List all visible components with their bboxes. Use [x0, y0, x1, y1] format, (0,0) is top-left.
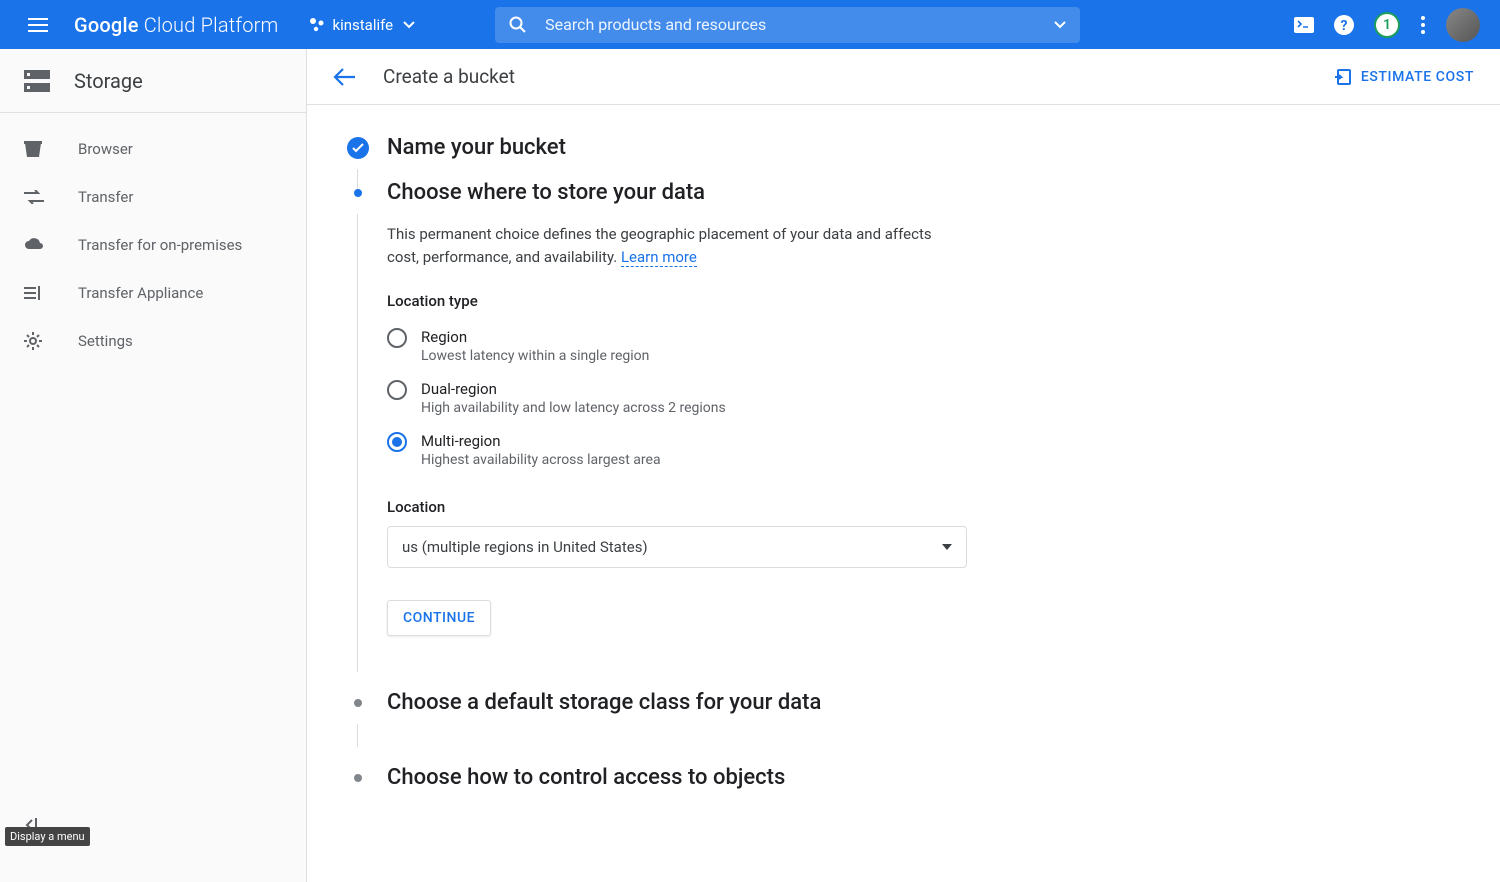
sidebar-item-transfer-appliance[interactable]: Transfer Appliance [0, 269, 306, 317]
estimate-icon [1335, 68, 1353, 86]
radio-multi-region[interactable]: Multi-region Highest availability across… [387, 424, 967, 476]
appliance-icon [24, 286, 46, 300]
sidebar-title: Storage [74, 69, 143, 93]
location-select[interactable]: us (multiple regions in United States) [387, 526, 967, 568]
project-icon [309, 17, 325, 33]
step-complete-icon [347, 137, 369, 159]
sidebar-item-transfer[interactable]: Transfer [0, 173, 306, 221]
step-storage-class-title[interactable]: Choose a default storage class for your … [387, 690, 1500, 715]
sidebar-item-label: Transfer for on-premises [78, 236, 242, 254]
sidebar-item-label: Transfer Appliance [78, 284, 203, 302]
gear-icon [24, 332, 46, 350]
step-pending-icon [354, 699, 362, 707]
step-location-title: Choose where to store your data [387, 180, 1500, 205]
gcp-logo[interactable]: Google Cloud Platform [74, 13, 279, 37]
sidebar-item-label: Transfer [78, 188, 133, 206]
project-name: kinstalife [333, 16, 394, 34]
bucket-icon [24, 141, 46, 157]
radio-region[interactable]: Region Lowest latency within a single re… [387, 320, 967, 372]
chevron-down-icon[interactable] [1054, 21, 1066, 29]
sidebar-item-transfer-onprem[interactable]: Transfer for on-premises [0, 221, 306, 269]
step-access-title[interactable]: Choose how to control access to objects [387, 765, 1500, 790]
more-vert-icon[interactable] [1420, 15, 1426, 35]
estimate-cost-button[interactable]: ESTIMATE COST [1335, 68, 1474, 86]
back-button[interactable] [333, 68, 355, 86]
step-pending-icon [354, 774, 362, 782]
continue-button[interactable]: CONTINUE [387, 600, 491, 636]
step-active-icon [354, 189, 362, 197]
user-avatar[interactable] [1446, 8, 1480, 42]
location-type-label: Location type [387, 292, 967, 310]
search-bar[interactable] [495, 7, 1080, 43]
sidebar-item-browser[interactable]: Browser [0, 125, 306, 173]
svg-text:?: ? [1341, 18, 1348, 34]
step-name-title[interactable]: Name your bucket [387, 135, 1500, 160]
sidebar-item-label: Browser [78, 140, 133, 158]
search-icon [509, 16, 527, 34]
notifications-badge[interactable]: 1 [1374, 12, 1400, 38]
radio-dual-region[interactable]: Dual-region High availability and low la… [387, 372, 967, 424]
menu-icon[interactable] [20, 10, 56, 40]
location-label: Location [387, 498, 967, 516]
help-icon[interactable]: ? [1334, 15, 1354, 35]
radio-selected-icon [387, 432, 407, 452]
transfer-icon [24, 190, 46, 204]
chevron-down-icon [403, 21, 415, 29]
sidebar-item-label: Settings [78, 332, 133, 350]
chevron-down-icon [942, 544, 952, 550]
storage-icon [24, 70, 50, 92]
step-location-desc: This permanent choice defines the geogra… [387, 223, 967, 270]
cloud-shell-icon[interactable] [1294, 17, 1314, 33]
page-title: Create a bucket [383, 65, 515, 88]
radio-icon [387, 380, 407, 400]
sidebar-tooltip: Display a menu [5, 827, 90, 846]
search-input[interactable] [545, 15, 1054, 34]
project-selector[interactable]: kinstalife [309, 16, 416, 34]
sidebar-header: Storage [0, 49, 306, 113]
sidebar-item-settings[interactable]: Settings [0, 317, 306, 365]
radio-icon [387, 328, 407, 348]
learn-more-link[interactable]: Learn more [621, 248, 697, 267]
cloud-upload-icon [24, 238, 46, 252]
